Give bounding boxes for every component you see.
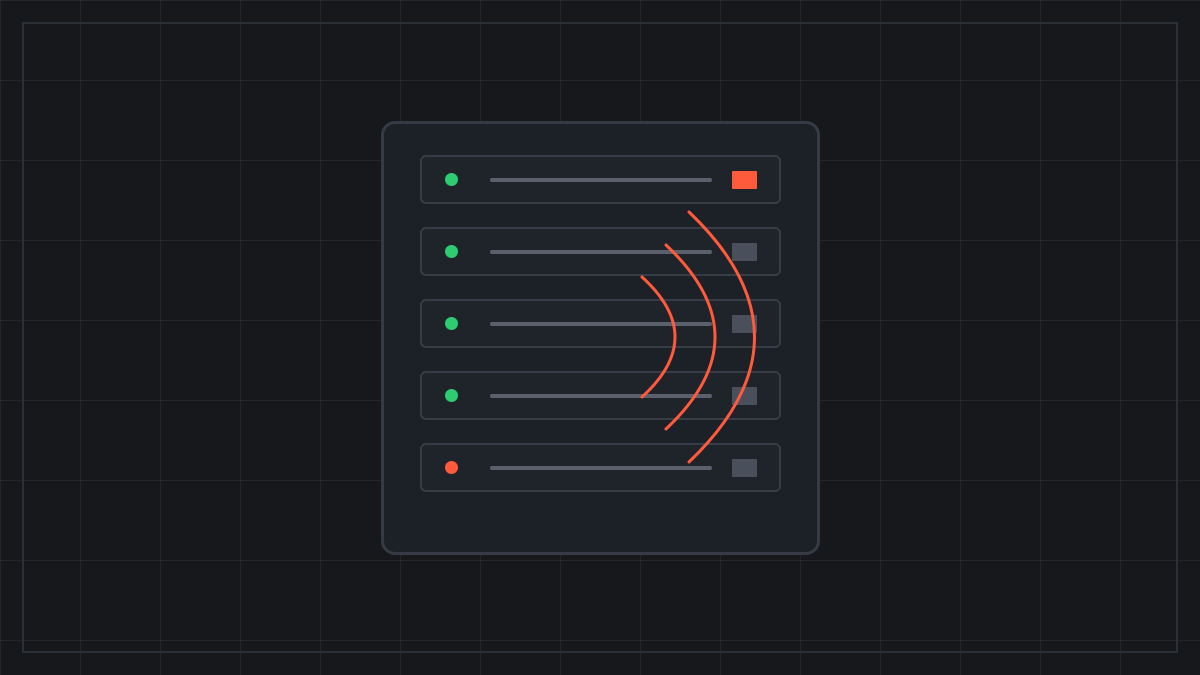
port-indicator xyxy=(732,171,757,189)
drive-bay-bar xyxy=(490,466,712,470)
status-led xyxy=(445,317,458,330)
drive-bay-bar xyxy=(490,394,712,398)
status-led xyxy=(445,173,458,186)
port-indicator xyxy=(732,459,757,477)
port-indicator xyxy=(732,243,757,261)
drive-bay-bar xyxy=(490,250,712,254)
port-indicator xyxy=(732,387,757,405)
drive-bay-bar xyxy=(490,178,712,182)
server-unit-3 xyxy=(420,299,781,348)
drive-bay-bar xyxy=(490,322,712,326)
server-unit-5 xyxy=(420,443,781,492)
server-unit-2 xyxy=(420,227,781,276)
server-unit-4 xyxy=(420,371,781,420)
status-led xyxy=(445,245,458,258)
status-led xyxy=(445,461,458,474)
illustration-canvas xyxy=(0,0,1200,675)
status-led xyxy=(445,389,458,402)
port-indicator xyxy=(732,315,757,333)
server-unit-1 xyxy=(420,155,781,204)
